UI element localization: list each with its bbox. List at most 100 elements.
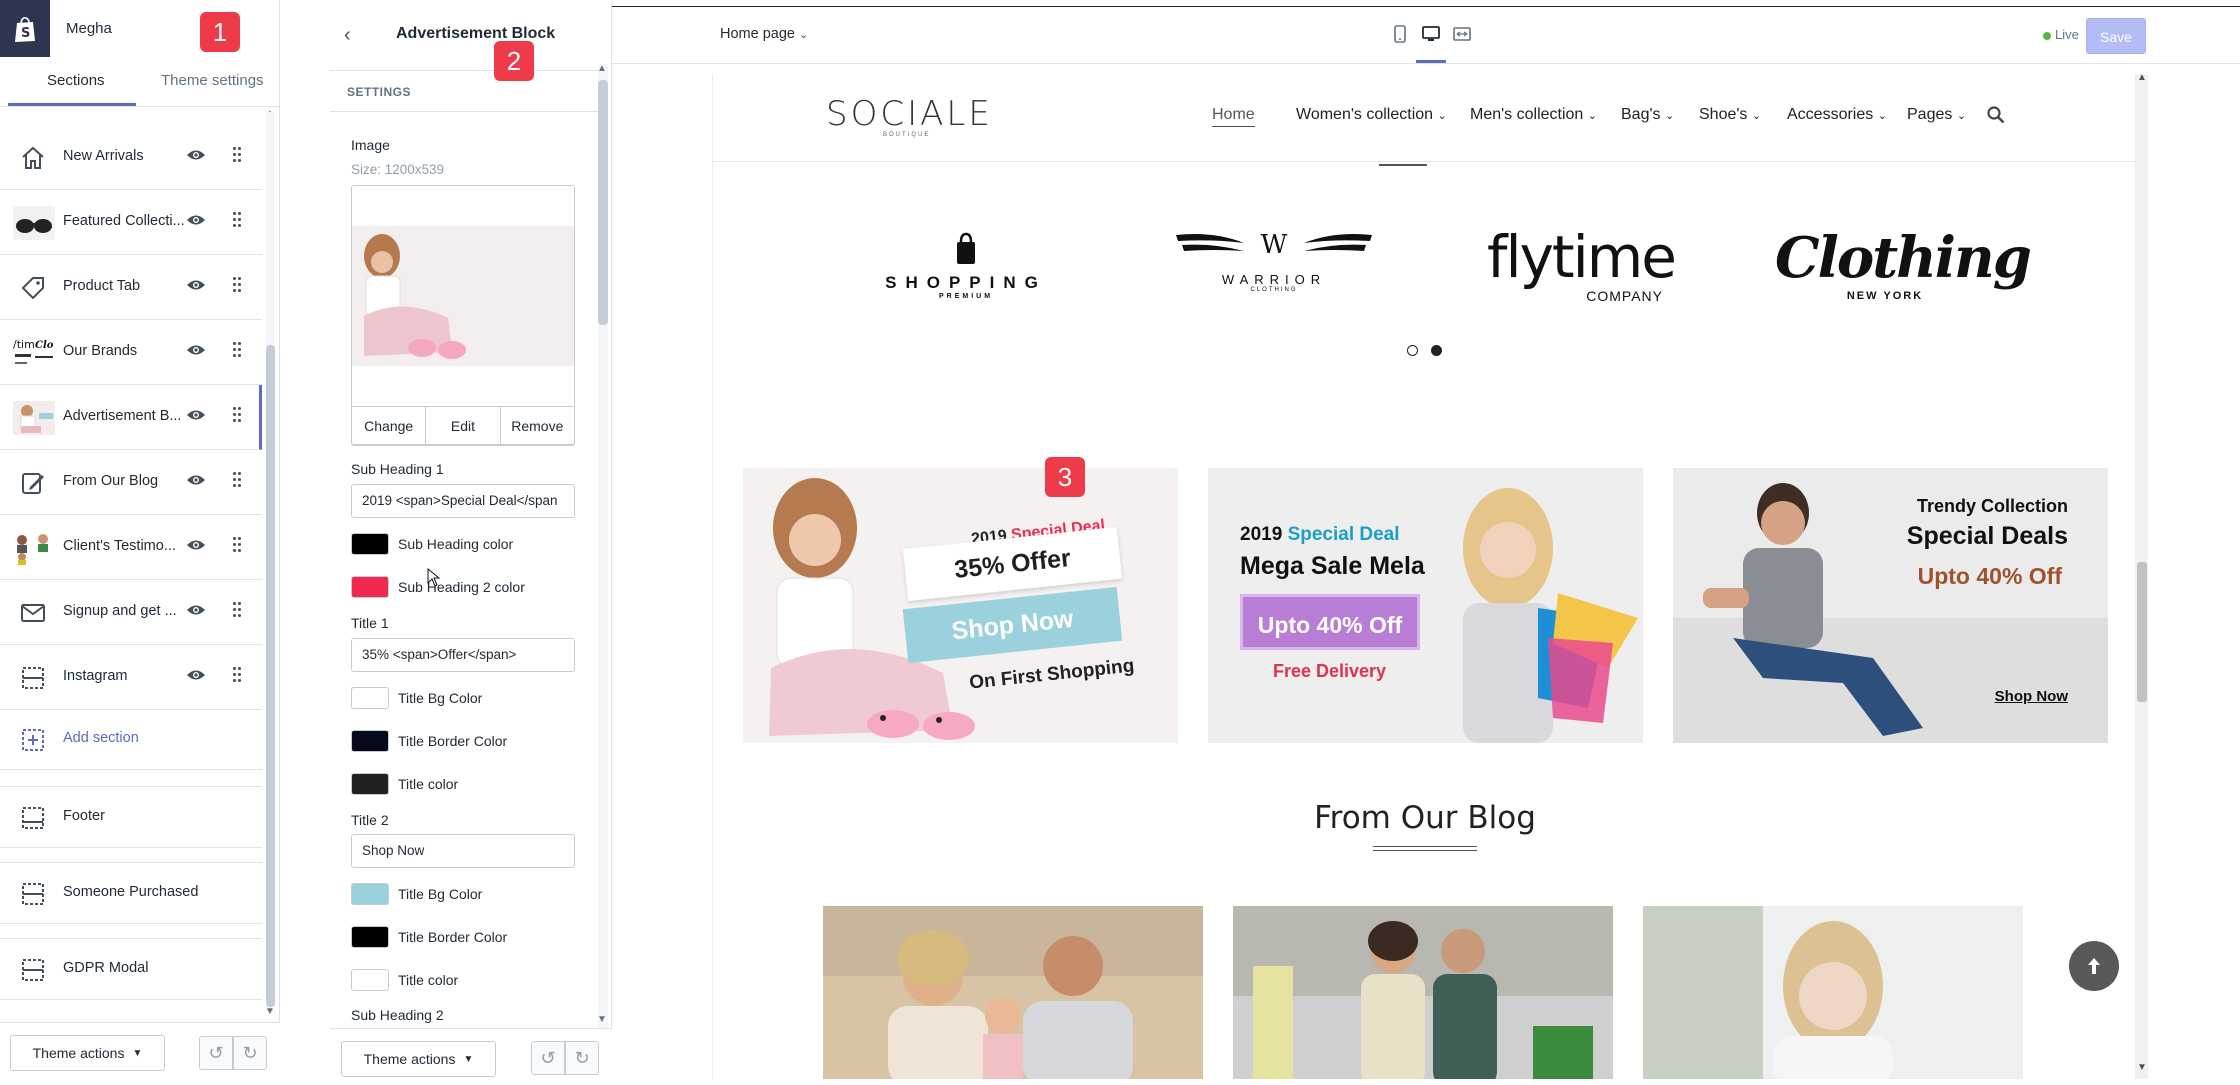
drag-handle-icon[interactable] bbox=[233, 147, 241, 163]
section-item-signup[interactable]: Signup and get ... bbox=[0, 580, 262, 645]
blog-card[interactable] bbox=[1233, 906, 1613, 1079]
add-section-button[interactable]: Add section bbox=[0, 710, 262, 770]
drag-handle-icon[interactable] bbox=[233, 602, 241, 618]
banner-3-shop-now-link[interactable]: Shop Now bbox=[1995, 688, 2068, 705]
color-swatch[interactable] bbox=[351, 926, 389, 948]
section-item-new-arrivals[interactable]: New Arrivals bbox=[0, 125, 262, 190]
color-swatch[interactable] bbox=[351, 883, 389, 905]
eye-icon[interactable] bbox=[186, 213, 206, 227]
drag-handle-icon[interactable] bbox=[233, 537, 241, 553]
mobile-view-icon[interactable] bbox=[1391, 25, 1409, 43]
scroll-down-arrow[interactable]: ▼ bbox=[265, 1006, 275, 1017]
theme-actions-button[interactable]: Theme actions ▼ bbox=[10, 1035, 165, 1071]
carousel-dot[interactable] bbox=[1407, 345, 1418, 356]
panel-gap bbox=[280, 0, 330, 1085]
eye-icon[interactable] bbox=[186, 148, 206, 162]
eye-icon[interactable] bbox=[186, 408, 206, 422]
advertisement-thumbnail bbox=[13, 401, 55, 435]
redo-button[interactable]: ↻ bbox=[233, 1036, 267, 1070]
nav-accessories[interactable]: Accessories ⌄ bbox=[1787, 106, 1887, 124]
ad-banner-3[interactable]: Trendy Collection Special Deals Upto 40%… bbox=[1673, 468, 2108, 743]
section-item-clients-testimonials[interactable]: Client's Testimo... bbox=[0, 515, 262, 580]
theme-actions-button[interactable]: Theme actions ▼ bbox=[341, 1041, 496, 1077]
eye-icon[interactable] bbox=[186, 473, 206, 487]
nav-womens-collection[interactable]: Women's collection ⌄ bbox=[1296, 106, 1447, 124]
brand-sub: CLOTHING bbox=[1250, 287, 1298, 293]
eye-icon[interactable] bbox=[186, 538, 206, 552]
tab-sections[interactable]: Sections bbox=[47, 72, 105, 89]
section-item-featured-collection[interactable]: Featured Collecti... bbox=[0, 190, 262, 255]
brand-logo-shopping[interactable]: SHOPPING PREMIUM bbox=[871, 232, 1061, 300]
scroll-down-arrow[interactable]: ▼ bbox=[597, 1014, 607, 1025]
store-brand-logo[interactable]: SOCIALE bbox=[826, 94, 993, 134]
drag-handle-icon[interactable] bbox=[233, 342, 241, 358]
redo-button[interactable]: ↻ bbox=[565, 1041, 599, 1075]
section-item-advertisement-block[interactable]: Advertisement B... bbox=[0, 385, 262, 450]
image-change-button[interactable]: Change bbox=[352, 407, 427, 445]
section-label: Client's Testimo... bbox=[63, 538, 176, 554]
eye-icon[interactable] bbox=[186, 603, 206, 617]
nav-mens-collection[interactable]: Men's collection ⌄ bbox=[1470, 106, 1597, 124]
nav-pages[interactable]: Pages ⌄ bbox=[1907, 106, 1966, 124]
brand-logo-warrior[interactable]: W WARRIOR CLOTHING bbox=[1170, 229, 1378, 293]
section-item-our-brands[interactable]: /tim Clo Our Brands bbox=[0, 320, 262, 385]
section-item-someone-purchased[interactable]: Someone Purchased bbox=[0, 862, 262, 924]
title-1-input[interactable]: 35% <span>Offer</span> bbox=[351, 638, 575, 672]
drag-handle-icon[interactable] bbox=[233, 407, 241, 423]
fullscreen-view-icon[interactable] bbox=[1453, 25, 1471, 43]
sub-heading-1-input[interactable]: 2019 <span>Special Deal</span bbox=[351, 484, 575, 518]
color-swatch[interactable] bbox=[351, 730, 389, 752]
chevron-down-icon: ⌄ bbox=[799, 29, 809, 41]
undo-button[interactable]: ↺ bbox=[531, 1041, 565, 1075]
ad-banner-1[interactable]: 2019 Special Deal 35% Offer Shop Now On … bbox=[743, 468, 1178, 743]
eye-icon[interactable] bbox=[186, 668, 206, 682]
nav-home[interactable]: Home bbox=[1212, 106, 1255, 127]
back-chevron-icon[interactable]: ‹ bbox=[344, 24, 351, 47]
section-item-gdpr-modal[interactable]: GDPR Modal bbox=[0, 938, 262, 1000]
back-to-top-button[interactable] bbox=[2069, 941, 2119, 991]
undo-button[interactable]: ↺ bbox=[199, 1036, 233, 1070]
color-swatch[interactable] bbox=[351, 773, 389, 795]
color-swatch[interactable] bbox=[351, 969, 389, 991]
shopify-logo[interactable]: S bbox=[0, 0, 50, 57]
drag-handle-icon[interactable] bbox=[233, 667, 241, 683]
color-swatch[interactable] bbox=[351, 576, 389, 598]
settings-scrollbar-thumb[interactable] bbox=[598, 80, 608, 325]
eye-icon[interactable] bbox=[186, 343, 206, 357]
section-item-instagram[interactable]: Instagram bbox=[0, 645, 262, 710]
brand-logo-flytime[interactable]: flytime COMPANY bbox=[1481, 226, 1681, 304]
brand-logo-clothing[interactable]: Clothing NEW YORK bbox=[1775, 226, 2032, 302]
drag-handle-icon[interactable] bbox=[233, 472, 241, 488]
image-edit-button[interactable]: Edit bbox=[426, 407, 501, 445]
scroll-down-arrow[interactable]: ▼ bbox=[2137, 1062, 2147, 1073]
sidebar-scrollbar-thumb[interactable] bbox=[266, 345, 275, 1007]
search-icon[interactable] bbox=[1987, 106, 2005, 124]
eye-icon[interactable] bbox=[186, 278, 206, 292]
settings-header: SETTINGS bbox=[330, 70, 598, 112]
store-name[interactable]: Megha bbox=[66, 20, 112, 37]
section-item-footer[interactable]: Footer bbox=[0, 786, 262, 848]
color-swatch[interactable] bbox=[351, 687, 389, 709]
page-selector[interactable]: Home page ⌄ bbox=[720, 26, 808, 42]
color-swatch[interactable] bbox=[351, 533, 389, 555]
section-item-from-our-blog[interactable]: From Our Blog bbox=[0, 450, 262, 515]
section-item-product-tab[interactable]: Product Tab bbox=[0, 255, 262, 320]
drag-handle-icon[interactable] bbox=[233, 277, 241, 293]
ad-banner-2[interactable]: 2019 Special Deal Mega Sale Mela Upto 40… bbox=[1208, 468, 1643, 743]
scroll-up-arrow[interactable]: ▲ bbox=[2137, 72, 2147, 83]
desktop-view-icon[interactable] bbox=[1422, 25, 1440, 43]
nav-shoes[interactable]: Shoe's ⌄ bbox=[1699, 106, 1761, 124]
nav-bags[interactable]: Bag's ⌄ bbox=[1621, 106, 1674, 124]
section-divider bbox=[1379, 164, 1427, 166]
scroll-up-arrow[interactable]: ▲ bbox=[597, 63, 607, 74]
drag-handle-icon[interactable] bbox=[233, 212, 241, 228]
blog-card[interactable] bbox=[823, 906, 1203, 1079]
carousel-dot-active[interactable] bbox=[1431, 345, 1442, 356]
blog-card[interactable] bbox=[1643, 906, 2023, 1079]
banner-2-offer-button[interactable]: Upto 40% Off bbox=[1240, 594, 1420, 650]
tab-theme-settings[interactable]: Theme settings bbox=[161, 72, 264, 89]
preview-scrollbar-thumb[interactable] bbox=[2137, 562, 2147, 702]
title-2-input[interactable]: Shop Now bbox=[351, 834, 575, 868]
save-button[interactable]: Save bbox=[2086, 18, 2146, 54]
image-remove-button[interactable]: Remove bbox=[501, 407, 574, 445]
